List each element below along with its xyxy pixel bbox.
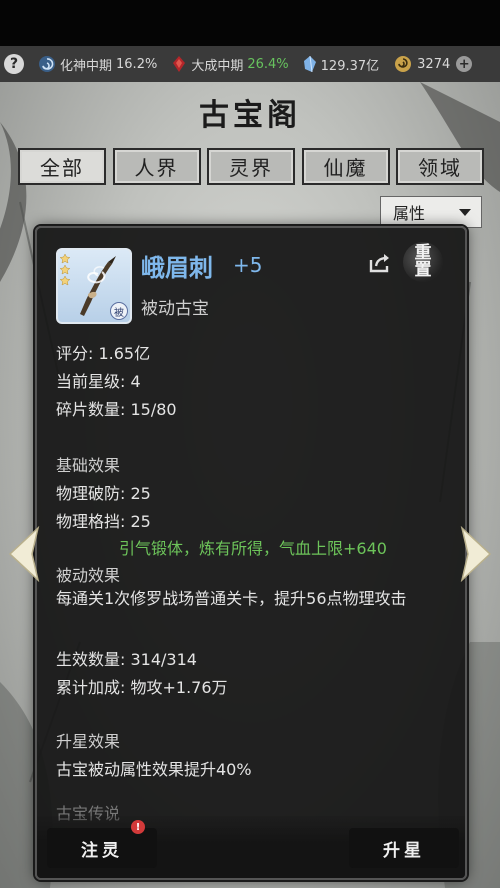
share-icon [369,254,389,273]
share-button[interactable] [368,252,392,278]
resource-body-label: 大成中期 [191,58,244,74]
star-up-button-label: 升星 [383,840,425,861]
basic-effect-line: 物理破防: 25 [56,484,151,503]
panel-footer: 注灵 ! 升星 [37,816,465,878]
treasure-type: 被动古宝 [141,299,209,319]
notification-badge: ! [131,820,145,834]
help-icon[interactable]: ? [4,54,24,74]
cumulative-bonus-line: 累计加成: 物攻+1.76万 [56,678,228,697]
resource-body-value: 26.4% [247,56,289,72]
current-star-line: 当前星级: 4 [56,372,141,391]
swirl-icon [38,55,56,73]
basic-effect-line: 物理格挡: 25 [56,512,151,531]
category-tabs: 全部 人界 灵界 仙魔 领域 [18,148,484,185]
resource-spirit-stone: 129.37亿 [303,55,380,74]
resource-body: 大成中期 26.4% [171,55,289,74]
chevron-left-icon [8,525,40,583]
top-black-strip [0,0,500,46]
passive-tag-badge: 被 [110,302,128,320]
treasure-name: 峨眉刺 [141,254,213,282]
coin-icon [393,55,413,73]
resource-realm: 化神中期 16.2% [38,55,157,74]
star-effect-line: 古宝被动属性效果提升40% [56,760,252,779]
tab-domain[interactable]: 领域 [396,148,484,185]
resource-coin-value: 3274 [417,56,451,72]
filter-selected-label: 属性 [393,204,426,223]
attribute-filter-dropdown[interactable]: 属性 [380,196,482,228]
treasure-icon: 被 [56,248,132,324]
effective-count-line: 生效数量: 314/314 [56,650,197,669]
resource-spirit-stone-value: 129.37亿 [320,58,380,74]
tab-all[interactable]: 全部 [18,148,106,185]
chevron-down-icon [459,209,471,216]
score-line: 评分: 1.65亿 [56,344,151,363]
resource-bar: ? 化神中期 16.2% 大成中期 26.4% 129.37亿 3274 + [0,46,500,82]
tab-immortal-demon[interactable]: 仙魔 [301,148,390,185]
passive-effect-heading: 被动效果 [56,566,121,585]
tab-human-realm[interactable]: 人界 [112,148,201,185]
infuse-button[interactable]: 注灵 [47,828,157,868]
treasure-level: +5 [233,253,263,277]
red-emblem-icon [171,55,187,73]
tab-spirit-realm[interactable]: 灵界 [207,148,295,185]
resource-realm-value: 16.2% [116,56,158,72]
reset-button[interactable]: 重 置 [403,242,443,282]
fragment-count-line: 碎片数量: 15/80 [56,400,177,419]
next-item-button[interactable] [458,525,494,586]
help-button[interactable]: ? [4,54,24,74]
previous-item-button[interactable] [6,525,42,586]
resource-coin: 3274 + [393,55,473,73]
passive-effect-description: 每通关1次修罗战场普通关卡，提升56点物理攻击 [56,589,407,608]
star-up-button[interactable]: 升星 [349,828,459,868]
bonus-effect-line: 引气锻体，炼有所得，气血上限+640 [119,539,387,558]
chevron-right-icon [460,525,492,583]
basic-effect-heading: 基础效果 [56,456,121,475]
spirit-stone-icon [303,55,317,73]
star-effect-heading: 升星效果 [56,732,121,751]
page-title: 古宝阁 [199,98,301,133]
add-coin-button[interactable]: + [456,56,473,72]
infuse-button-label: 注灵 [81,840,123,861]
reset-label-bottom: 置 [414,260,432,280]
treasure-detail-panel: 被 峨眉刺 +5 被动古宝 重 置 评分: 1.65亿 当前星级: 4 碎片数量… [35,226,467,880]
resource-realm-label: 化神中期 [60,58,113,74]
